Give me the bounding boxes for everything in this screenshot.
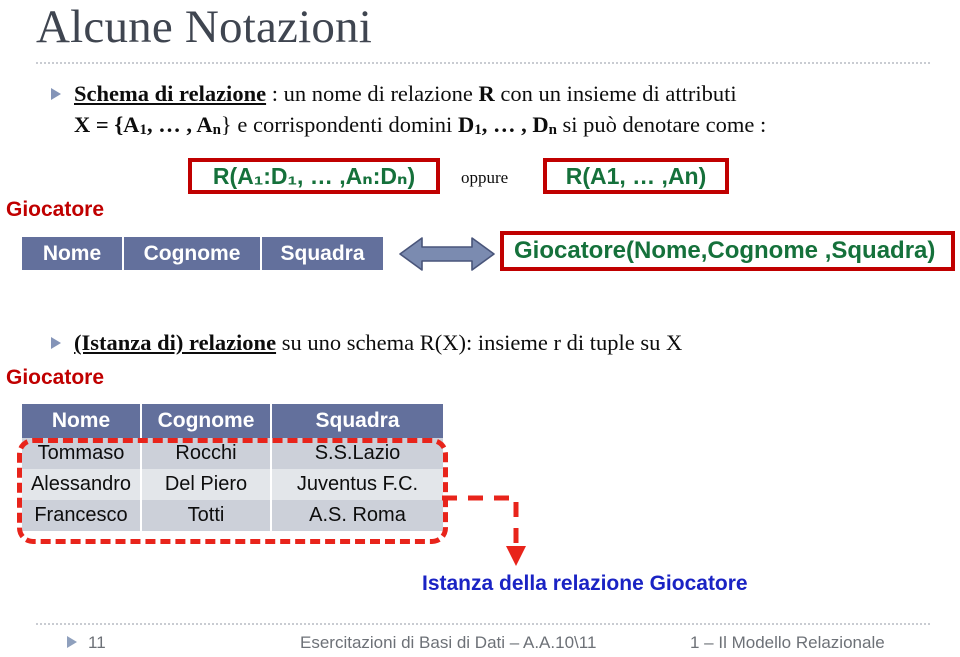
bullet-istanza-lead: (Istanza di) relazione: [74, 330, 277, 355]
bullet-istanza-rest: su uno schema R(X): insieme r di tuple s…: [276, 330, 683, 355]
domain-dn: D: [532, 112, 549, 137]
domain-d1: D: [457, 112, 475, 137]
bullet-schema-rest-b: con un insieme di attributi: [494, 81, 737, 106]
formula-box-with-domains: R(A₁:D₁, … ,Aₙ:Dₙ): [188, 158, 440, 194]
footer-page-number: 11: [88, 633, 106, 652]
triangle-bullet-icon: [48, 335, 64, 357]
cell-squadra: A.S. Roma: [271, 500, 443, 531]
instance-column-squadra: Squadra: [271, 404, 443, 438]
callout-connector-arrow-icon: [440, 482, 600, 574]
cell-cognome: Totti: [141, 500, 272, 531]
cell-squadra: S.S.Lazio: [271, 438, 443, 469]
attr-set-x: X = {A: [74, 112, 140, 137]
instance-header-row: Nome Cognome Squadra: [22, 404, 443, 438]
domain-dn-sub: n: [548, 122, 557, 138]
footer-course-title: Esercitazioni di Basi di Dati – A.A.10\1…: [300, 633, 597, 652]
schema-column-nome: Nome: [22, 237, 124, 270]
spacer-icon: [48, 117, 64, 139]
slide-canvas: Alcune Notazioni Schema di relazione : u…: [0, 0, 960, 657]
bullet-istanza-text: (Istanza di) relazione su uno schema R(X…: [74, 328, 682, 358]
cell-nome: Francesco: [22, 500, 142, 531]
oppure-label: oppure: [461, 168, 509, 187]
attr-x-mid: , … , A: [146, 112, 213, 137]
bullet-schema-di-relazione: Schema di relazione : un nome di relazio…: [48, 79, 737, 109]
page-title: Alcune Notazioni: [36, 1, 373, 53]
bullet-schema-text: Schema di relazione : un nome di relazio…: [74, 79, 737, 109]
cell-cognome: Rocchi: [141, 438, 272, 469]
schema-column-squadra: Squadra: [262, 237, 383, 270]
bullet-istanza-di-relazione: (Istanza di) relazione su uno schema R(X…: [48, 328, 682, 358]
bullet-schema-r: R: [478, 81, 495, 106]
attr-x-sub2: n: [212, 122, 221, 138]
table-row: Alessandro Del Piero Juventus F.C.: [22, 469, 443, 500]
cell-cognome: Del Piero: [141, 469, 272, 500]
bullet-schema-rest-a: : un nome di relazione: [266, 81, 479, 106]
bullet-schema-lead: Schema di relazione: [74, 81, 267, 106]
bullet-schema-line2-text: X = {A1, … , An} e corrispondenti domini…: [74, 110, 766, 143]
table-row: Francesco Totti A.S. Roma: [22, 500, 443, 531]
schema-header-table: Nome Cognome Squadra: [22, 237, 383, 270]
formula-box-giocatore: Giocatore(Nome,Cognome ,Squadra): [500, 231, 955, 271]
formula-with-domains-text: R(A₁:D₁, … ,Aₙ:Dₙ): [212, 162, 416, 189]
table-row: Tommaso Rocchi S.S.Lazio: [22, 438, 443, 469]
triangle-bullet-icon: [48, 86, 64, 108]
instance-callout-label: Istanza della relazione Giocatore: [422, 572, 748, 595]
domain-d1-sub: 1: [474, 122, 482, 138]
footer-section-title: 1 – Il Modello Relazionale: [690, 633, 885, 652]
footer-divider: [36, 623, 930, 625]
footer-triangle-icon: [64, 634, 80, 652]
schema-relation-caption: Giocatore: [6, 198, 105, 221]
cell-nome: Tommaso: [22, 438, 142, 469]
instance-column-cognome: Cognome: [141, 404, 272, 438]
attr-x-end: } e corrispondenti domini: [220, 112, 458, 137]
bullet-schema-line2: X = {A1, … , An} e corrispondenti domini…: [48, 110, 766, 143]
formula-attributes-only-text: R(A1, … ,An): [565, 162, 707, 189]
denote-tail: si può denotare come :: [556, 112, 767, 137]
double-arrow-icon: [398, 233, 496, 275]
schema-column-cognome: Cognome: [124, 237, 262, 270]
formula-box-attributes-only: R(A1, … ,An): [543, 158, 729, 194]
cell-nome: Alessandro: [22, 469, 142, 500]
instance-column-nome: Nome: [22, 404, 142, 438]
attr-x-sub1: 1: [139, 122, 147, 138]
formula-giocatore-text: Giocatore(Nome,Cognome ,Squadra): [514, 237, 936, 264]
title-divider: [36, 62, 930, 64]
instance-table: Nome Cognome Squadra Tommaso Rocchi S.S.…: [22, 404, 443, 531]
domain-mid: , … ,: [481, 112, 533, 137]
instance-relation-caption: Giocatore: [6, 366, 105, 389]
cell-squadra: Juventus F.C.: [271, 469, 443, 500]
